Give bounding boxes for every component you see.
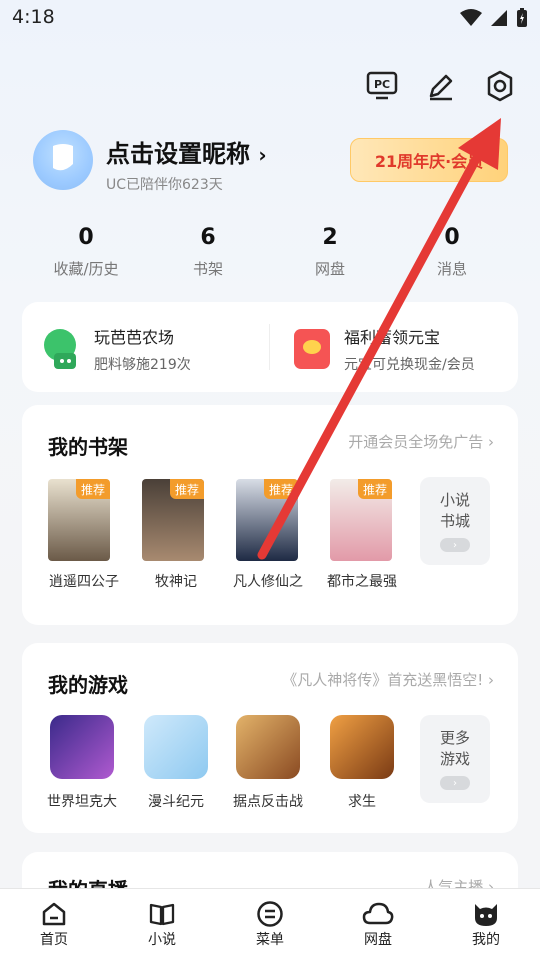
- red-arrow-annotation: [257, 118, 501, 560]
- nav-label: 我的: [472, 932, 500, 948]
- nav-profile[interactable]: 我的: [446, 899, 526, 949]
- nav-cloud-drive[interactable]: 网盘: [338, 899, 418, 949]
- nav-label: 菜单: [256, 932, 284, 948]
- nav-home[interactable]: 首页: [14, 899, 94, 949]
- book-icon: [149, 903, 175, 926]
- menu-icon: [257, 901, 283, 927]
- home-icon: [42, 902, 66, 926]
- bottom-nav: 首页 小说 菜单 网盘 我的: [0, 888, 540, 961]
- nav-label: 首页: [40, 932, 68, 948]
- cloud-icon: [362, 902, 394, 925]
- nav-label: 小说: [148, 932, 176, 948]
- nav-menu[interactable]: 菜单: [230, 899, 310, 949]
- nav-novel[interactable]: 小说: [122, 899, 202, 949]
- profile-icon: [475, 904, 497, 926]
- nav-label: 网盘: [364, 932, 392, 948]
